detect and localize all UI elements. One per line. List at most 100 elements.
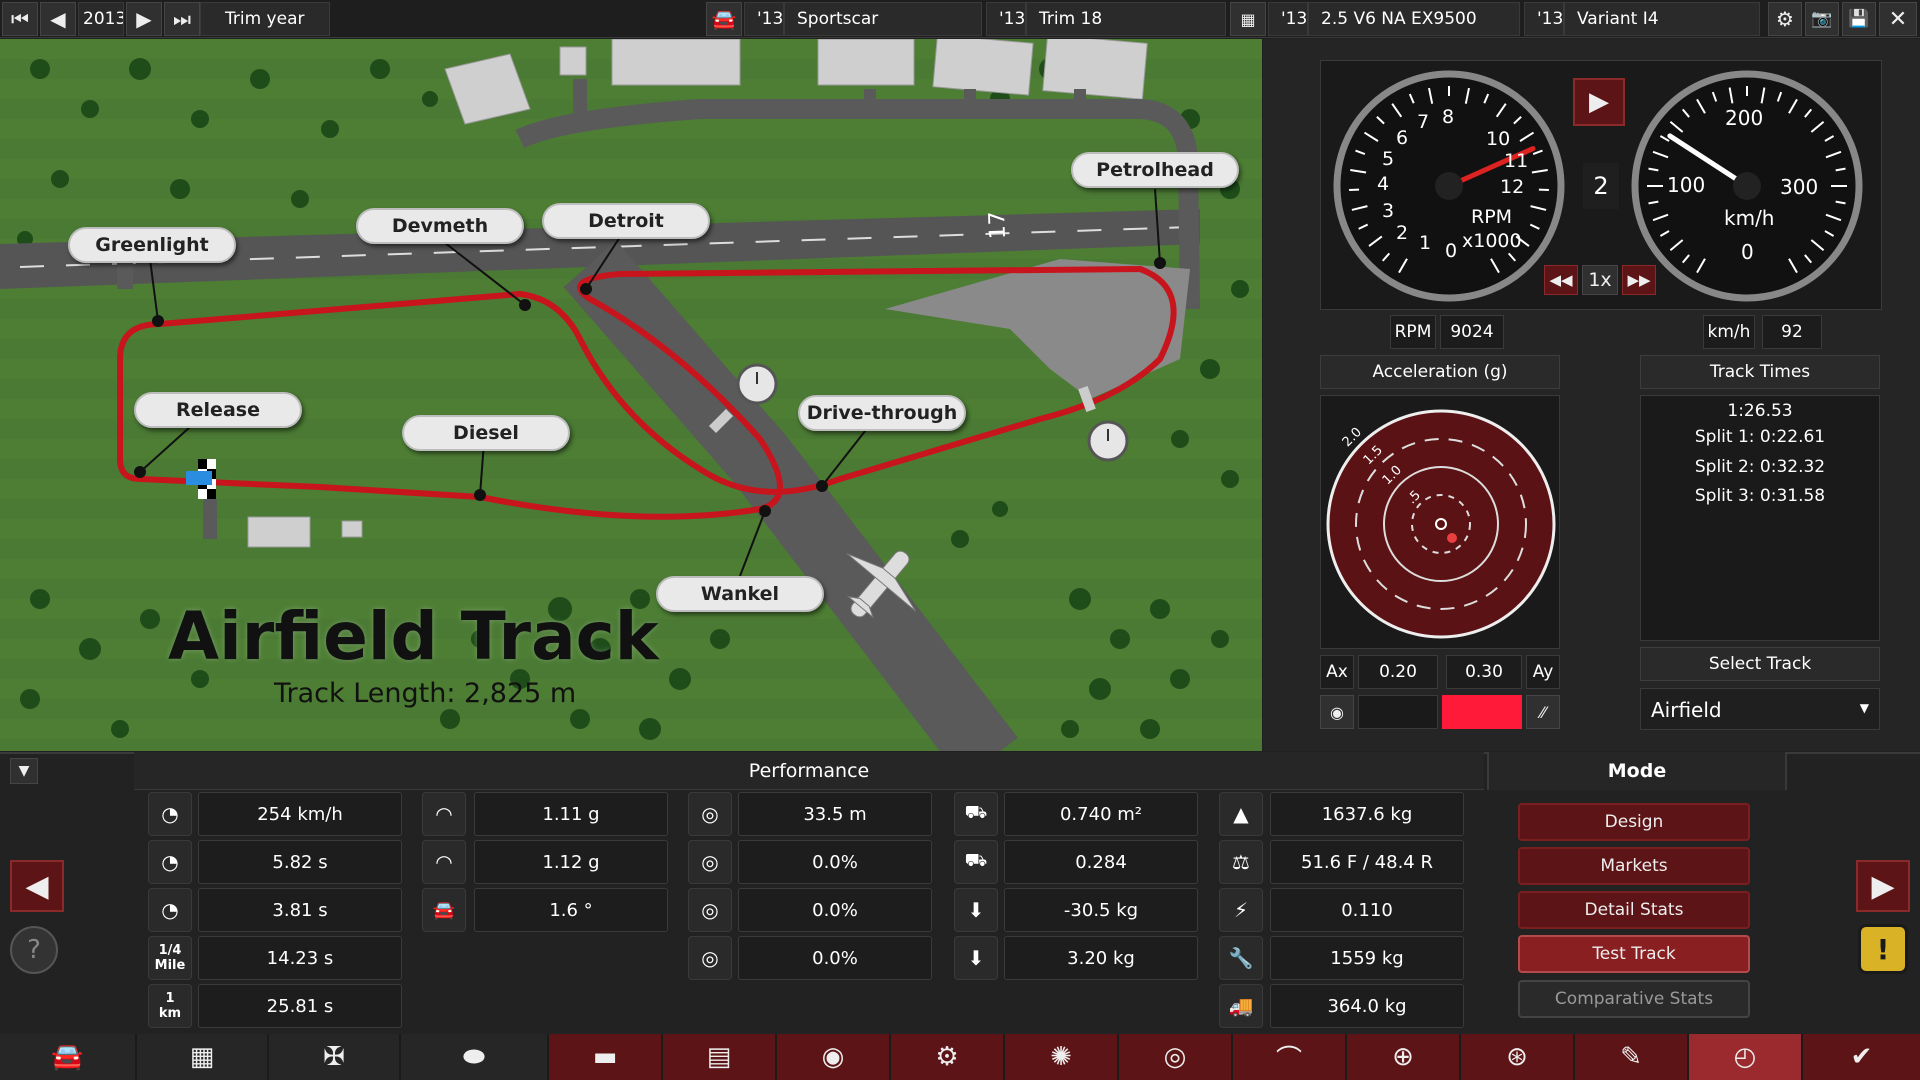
collapse-panel-button[interactable]: ▼ — [10, 758, 38, 784]
tab-tuning-icon[interactable]: ✎ — [1575, 1034, 1687, 1080]
year-field[interactable]: 2013 — [78, 2, 124, 36]
car-model-icon[interactable]: 🚘 — [706, 2, 742, 36]
tab-gearbox-icon[interactable]: ⚙ — [891, 1034, 1003, 1080]
warning-icon[interactable]: ! — [1858, 924, 1908, 974]
rpm-tick-11: 11 — [1504, 150, 1529, 172]
model-year: '13 — [744, 2, 784, 36]
throttle-bar — [1358, 695, 1438, 729]
tab-engine-icon[interactable]: ▦ — [137, 1034, 267, 1080]
rear-downforce-value: 3.20 kg — [1004, 936, 1198, 980]
previous-page-button[interactable]: ◀ — [10, 860, 64, 912]
fast-forward-button[interactable]: ▶▶ — [1622, 265, 1656, 295]
next-year-button[interactable]: ▶ — [126, 2, 162, 36]
rpm-multiplier-label: x1000 — [1462, 230, 1522, 252]
prev-year-button[interactable]: ◀ — [40, 2, 76, 36]
one-km-icon: 1 km — [148, 984, 192, 1028]
wheel-lockup-icon: ◎ — [688, 888, 732, 932]
rpm-tick-1: 1 — [1419, 232, 1432, 254]
trim-year-label: Trim year — [200, 2, 330, 36]
help-icon[interactable]: ? — [10, 926, 58, 974]
mode-comparative-stats-button[interactable]: Comparative Stats — [1518, 980, 1750, 1018]
front-downforce-icon: ⬇ — [954, 888, 998, 932]
brake-wear-icon: ◎ — [688, 936, 732, 980]
chevron-down-icon: ▼ — [1859, 701, 1869, 715]
mode-design-button[interactable]: Design — [1518, 803, 1750, 841]
cornering-icon: ◠ — [422, 792, 466, 836]
tab-body-icon[interactable]: ⬬ — [401, 1034, 547, 1080]
tab-trim-icon[interactable]: ▬ — [549, 1034, 661, 1080]
tab-wheels-icon[interactable]: ✺ — [1005, 1034, 1117, 1080]
rpm-tick-8: 8 — [1442, 106, 1455, 128]
select-track-label: Select Track — [1640, 647, 1880, 681]
last-year-button[interactable]: ⏭ — [164, 2, 200, 36]
save-icon[interactable]: 💾 — [1842, 2, 1876, 36]
engine-icon[interactable]: ▦ — [1230, 2, 1266, 36]
rpm-tick-0: 0 — [1445, 240, 1458, 262]
engine-name[interactable]: 2.5 V6 NA EX9500 — [1308, 2, 1520, 36]
tab-aero-icon[interactable]: ⌒ — [1233, 1034, 1345, 1080]
ax-value: 0.20 — [1358, 655, 1438, 689]
tab-steering-icon[interactable]: ⊛ — [1461, 1034, 1573, 1080]
tab-brakes-icon[interactable]: ◎ — [1119, 1034, 1231, 1080]
tab-interior-icon[interactable]: ⊕ — [1347, 1034, 1459, 1080]
total-time: 1:26.53 — [1727, 401, 1793, 421]
split-stopwatch-icon-2 — [1087, 420, 1129, 462]
tab-engine-block-icon[interactable]: ▤ — [663, 1034, 775, 1080]
rpm-unit-label: RPM — [1471, 206, 1513, 228]
tow-weight-icon: 🔧 — [1219, 936, 1263, 980]
rewind-button[interactable]: ◀◀ — [1544, 265, 1578, 295]
map-label-petrolhead: Petrolhead — [1071, 152, 1239, 188]
model-name[interactable]: Sportscar — [784, 2, 982, 36]
tab-test-track-icon[interactable]: ◴ — [1689, 1034, 1801, 1080]
map-label-release: Release — [134, 392, 302, 428]
variant-name[interactable]: Variant I4 — [1564, 2, 1760, 36]
close-icon[interactable]: ✕ — [1879, 2, 1917, 36]
tab-model-car-icon[interactable]: 🚘 — [0, 1034, 135, 1080]
brake-bar — [1442, 695, 1522, 729]
speed-tick-200: 200 — [1725, 106, 1764, 130]
weight-distribution-icon: ⚖ — [1219, 840, 1263, 884]
top-speed-value: 254 km/h — [198, 792, 402, 836]
trim-name[interactable]: Trim 18 — [1026, 2, 1226, 36]
camera-icon[interactable]: 📷 — [1805, 2, 1839, 36]
player-car-icon — [186, 471, 212, 485]
tab-finish-checkmark-icon[interactable]: ✔ — [1803, 1034, 1920, 1080]
brake-wear-value: 0.0% — [738, 936, 932, 980]
body-roll-value: 1.6 ° — [474, 888, 668, 932]
ax-label: Ax — [1320, 655, 1354, 689]
frontal-area-icon: ⛟ — [954, 792, 998, 836]
tire-icon[interactable]: ⁄⁄ — [1526, 695, 1560, 729]
one-km-label-1: 1 — [165, 991, 175, 1006]
tab-chassis-icon[interactable]: ✠ — [269, 1034, 399, 1080]
kmh-value: 92 — [1762, 315, 1822, 349]
performance-title: Performance — [748, 760, 870, 782]
map-label-wankel: Wankel — [656, 576, 824, 612]
tab-turbo-icon[interactable]: ◉ — [777, 1034, 889, 1080]
rpm-tick-7: 7 — [1417, 111, 1430, 133]
first-year-button[interactable]: ⏮ — [2, 2, 38, 36]
engine-year: '13 — [1268, 2, 1308, 36]
split-2: Split 2: 0:32.32 — [1694, 457, 1826, 477]
body-roll-icon: 🚘 — [422, 888, 466, 932]
mode-markets-button[interactable]: Markets — [1518, 847, 1750, 885]
track-times-title: Track Times — [1640, 355, 1880, 389]
stiffness-icon: ⚡ — [1219, 888, 1263, 932]
gear-indicator: 2 — [1583, 163, 1619, 209]
play-button[interactable]: ▶ — [1573, 78, 1625, 126]
accel-0-60-icon: ◔ — [148, 888, 192, 932]
top-speed-icon: ◔ — [148, 792, 192, 836]
wheel-lockup-value: 0.0% — [738, 888, 932, 932]
mode-test-track-button[interactable]: Test Track — [1518, 935, 1750, 973]
selected-track: Airfield — [1651, 698, 1722, 722]
settings-gear-icon[interactable]: ⚙ — [1768, 2, 1802, 36]
track-select-dropdown[interactable]: Airfield ▼ — [1640, 688, 1880, 730]
rpm-tick-12: 12 — [1500, 176, 1525, 198]
map-label-detroit: Detroit — [542, 203, 710, 239]
speed-tick-100: 100 — [1667, 173, 1706, 197]
brake-icon[interactable]: ◉ — [1320, 695, 1354, 729]
one-km-label-2: km — [158, 1006, 182, 1021]
track-length: Track Length: 2,825 m — [274, 678, 577, 709]
sim-speed-button[interactable]: 1x — [1582, 265, 1618, 295]
next-page-button[interactable]: ▶ — [1856, 860, 1910, 912]
mode-detail-stats-button[interactable]: Detail Stats — [1518, 891, 1750, 929]
